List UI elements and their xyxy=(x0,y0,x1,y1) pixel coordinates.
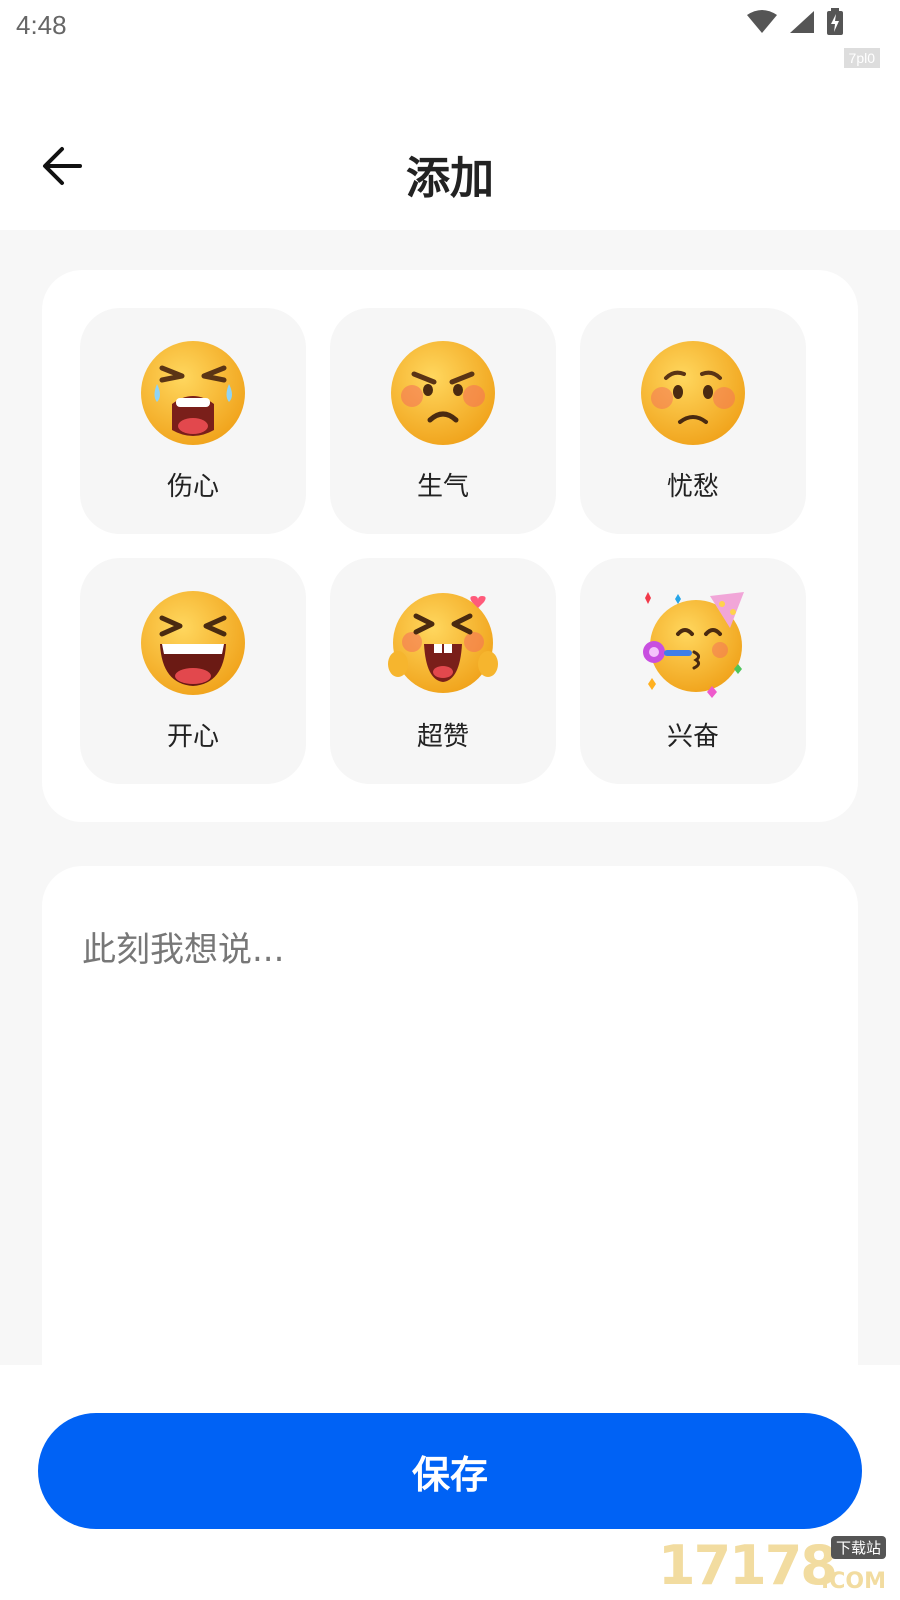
mood-label: 忧愁 xyxy=(666,472,719,502)
party-face-icon xyxy=(643,592,744,698)
mood-option-awesome[interactable]: 超赞 xyxy=(330,558,556,784)
content-area: 伤心 生气 忧愁 开心 超赞 兴奋 此刻我想说... xyxy=(0,230,900,1365)
cellular-signal-icon xyxy=(790,11,814,33)
watermark-badge: 下载站 xyxy=(830,1536,886,1559)
note-input[interactable] xyxy=(82,922,818,1362)
angry-face-icon xyxy=(391,341,495,445)
wifi-icon xyxy=(747,10,777,33)
mood-option-sad[interactable]: 伤心 xyxy=(80,308,306,534)
mood-option-angry[interactable]: 生气 xyxy=(330,308,556,534)
mood-label: 兴奋 xyxy=(666,722,719,752)
save-button[interactable]: 保存 xyxy=(38,1413,862,1529)
thumbs-up-laughing-face-icon xyxy=(388,593,498,693)
mood-label: 伤心 xyxy=(166,472,219,502)
laughing-face-icon xyxy=(141,591,245,695)
status-time: 4:48 xyxy=(16,10,67,40)
watermark-domain: .COM xyxy=(820,1569,886,1594)
mood-label: 开心 xyxy=(166,722,219,752)
crying-face-icon xyxy=(141,341,245,445)
mood-option-happy[interactable]: 开心 xyxy=(80,558,306,784)
note-card xyxy=(42,866,858,1365)
watermark-logo: 17178 下载站 .COM xyxy=(658,1534,888,1598)
status-tag: 7pl0 xyxy=(843,48,880,68)
mood-picker-card: 伤心 生气 忧愁 开心 超赞 兴奋 xyxy=(42,270,858,822)
mood-label: 超赞 xyxy=(416,722,469,752)
status-icons xyxy=(746,8,844,36)
watermark-number: 17178 xyxy=(658,1534,838,1597)
worried-face-icon xyxy=(641,341,745,445)
mood-option-excited[interactable]: 兴奋 xyxy=(580,558,806,784)
screen: 4:48 7pl0 添加 伤心 生气 忧愁 开心 超赞 兴奋 此刻我想说... … xyxy=(0,0,900,1600)
mood-label: 生气 xyxy=(416,472,469,502)
header: 添加 xyxy=(0,120,900,228)
mood-option-worried[interactable]: 忧愁 xyxy=(580,308,806,534)
page-title: 添加 xyxy=(406,153,494,204)
battery-charging-icon xyxy=(827,8,843,35)
status-bar: 4:48 7pl0 xyxy=(0,0,900,68)
